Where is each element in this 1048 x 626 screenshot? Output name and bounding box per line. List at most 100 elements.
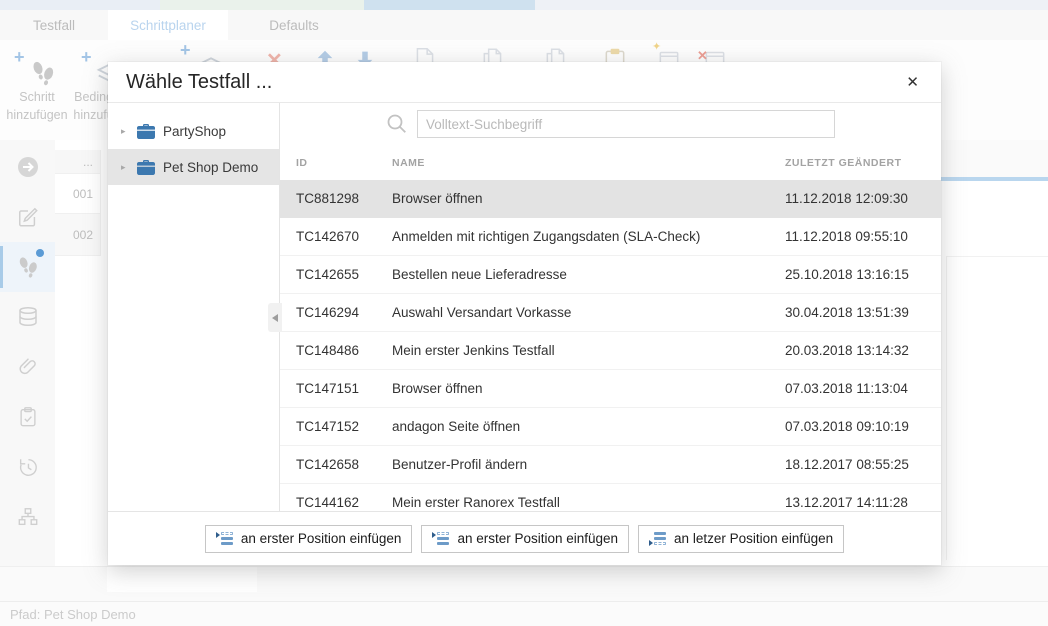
dialog-body: PartyShop Pet Shop Demo xyxy=(108,103,941,511)
cell-name: Auswahl Versandart Vorkasse xyxy=(392,305,785,320)
close-button[interactable]: ✕ xyxy=(902,71,923,93)
column-header-name: NAME xyxy=(392,157,785,169)
tree-item[interactable]: PartyShop xyxy=(108,113,279,149)
sidebar-item-history[interactable] xyxy=(0,442,55,492)
table-row[interactable]: TC147152 andagon Seite öffnen 07.03.2018… xyxy=(280,408,941,446)
cell-modified: 07.03.2018 09:10:19 xyxy=(785,419,941,434)
briefcase-icon xyxy=(137,160,155,175)
clipboard-check-icon xyxy=(17,406,39,428)
expander-icon[interactable] xyxy=(121,163,129,172)
project-tree: PartyShop Pet Shop Demo xyxy=(108,103,280,511)
cell-modified: 07.03.2018 11:13:04 xyxy=(785,381,941,396)
column-header-id: ID xyxy=(280,157,392,169)
insert-position-icon xyxy=(432,532,450,546)
table-row[interactable]: TC148486 Mein erster Jenkins Testfall 20… xyxy=(280,332,941,370)
table-row[interactable]: TC142655 Bestellen neue Lieferadresse 25… xyxy=(280,256,941,294)
table-row[interactable]: TC881298 Browser öffnen 11.12.2018 12:09… xyxy=(280,180,941,218)
background-step-row[interactable]: 002 xyxy=(55,214,101,256)
cell-name: Mein erster Jenkins Testfall xyxy=(392,343,785,358)
history-icon xyxy=(17,456,39,478)
cell-id: TC148486 xyxy=(280,343,392,358)
status-bar: Pfad: Pet Shop Demo xyxy=(0,601,1048,626)
tab-bar: Testfall Schrittplaner Defaults xyxy=(0,10,1048,40)
search-input[interactable] xyxy=(417,110,835,138)
background-panel-fragment xyxy=(107,567,257,592)
tab-label: Defaults xyxy=(269,18,319,33)
cell-modified: 30.04.2018 13:51:39 xyxy=(785,305,941,320)
cell-id: TC142655 xyxy=(280,267,392,282)
button-label: an erster Position einfügen xyxy=(241,531,402,546)
cell-name: Browser öffnen xyxy=(392,191,785,206)
cell-id: TC144162 xyxy=(280,495,392,510)
cell-id: TC142670 xyxy=(280,229,392,244)
tab-label: Testfall xyxy=(33,18,75,33)
sidebar-item-forward[interactable] xyxy=(0,142,55,192)
collapse-tree-button[interactable] xyxy=(268,303,282,332)
sidebar-item-steps[interactable] xyxy=(0,242,55,292)
cell-name: andagon Seite öffnen xyxy=(392,419,785,434)
background-step-header: ... xyxy=(55,150,101,174)
dialog-footer: an erster Position einfügen an erster Po… xyxy=(108,511,941,565)
ribbon-color-strip xyxy=(364,0,535,10)
footprints-icon xyxy=(28,58,58,88)
cell-modified: 11.12.2018 12:09:30 xyxy=(785,191,941,206)
tab[interactable]: Schrittplaner xyxy=(108,10,228,40)
tab[interactable]: Defaults xyxy=(228,10,360,40)
cell-id: TC881298 xyxy=(280,191,392,206)
cell-name: Browser öffnen xyxy=(392,381,785,396)
add-step-button[interactable]: Schritt hinzufügen xyxy=(4,48,70,124)
tab[interactable]: Testfall xyxy=(0,10,108,40)
insert-position-button[interactable]: an erster Position einfügen xyxy=(205,525,413,553)
status-path: Pfad: Pet Shop Demo xyxy=(10,607,136,622)
insert-position-button[interactable]: an letzer Position einfügen xyxy=(638,525,844,553)
tree-item-label: Pet Shop Demo xyxy=(163,160,258,175)
testcase-table: TC881298 Browser öffnen 11.12.2018 12:09… xyxy=(280,180,941,511)
cell-name: Benutzer-Profil ändern xyxy=(392,457,785,472)
table-row[interactable]: TC147151 Browser öffnen 07.03.2018 11:13… xyxy=(280,370,941,408)
expander-icon[interactable] xyxy=(121,127,129,136)
cell-id: TC147152 xyxy=(280,419,392,434)
cell-name: Anmelden mit richtigen Zugangsdaten (SLA… xyxy=(392,229,785,244)
cell-name: Bestellen neue Lieferadresse xyxy=(392,267,785,282)
cell-id: TC146294 xyxy=(280,305,392,320)
dialog-title: Wähle Testfall ... xyxy=(126,71,902,94)
dialog-header: Wähle Testfall ... ✕ xyxy=(108,62,941,103)
background-step-list: ... 001 002 xyxy=(55,150,101,256)
sidebar xyxy=(0,140,55,601)
sparkle-icon: ✦ xyxy=(652,40,661,53)
toolbar-item-label: Schritt hinzufügen xyxy=(4,88,70,124)
table-row[interactable]: TC144162 Mein erster Ranorex Testfall 13… xyxy=(280,484,941,511)
column-header-modified: ZULETZT GEÄNDERT xyxy=(785,157,941,169)
table-row[interactable]: TC142670 Anmelden mit richtigen Zugangsd… xyxy=(280,218,941,256)
insert-position-button[interactable]: an erster Position einfügen xyxy=(421,525,629,553)
table-header: ID NAME ZULETZT GEÄNDERT xyxy=(280,145,941,180)
edit-icon xyxy=(17,206,39,228)
tree-item-label: PartyShop xyxy=(163,124,226,139)
footprints-icon xyxy=(15,254,41,280)
database-icon xyxy=(17,306,39,328)
cell-modified: 18.12.2017 08:55:25 xyxy=(785,457,941,472)
table-row[interactable]: TC142658 Benutzer-Profil ändern 18.12.20… xyxy=(280,446,941,484)
tab-label: Schrittplaner xyxy=(130,18,206,33)
cell-modified: 25.10.2018 13:16:15 xyxy=(785,267,941,282)
plus-icon xyxy=(81,44,92,70)
sidebar-item-structure[interactable] xyxy=(0,492,55,542)
plus-icon xyxy=(180,40,191,61)
sidebar-item-data[interactable] xyxy=(0,292,55,342)
briefcase-icon xyxy=(137,124,155,139)
cell-id: TC142658 xyxy=(280,457,392,472)
cell-name: Mein erster Ranorex Testfall xyxy=(392,495,785,510)
background-panel-fragment xyxy=(941,140,1048,177)
sidebar-item-attachments[interactable] xyxy=(0,342,55,392)
paperclip-icon xyxy=(17,356,39,378)
button-label: an letzer Position einfügen xyxy=(674,531,833,546)
table-row[interactable]: TC146294 Auswahl Versandart Vorkasse 30.… xyxy=(280,294,941,332)
background-step-row[interactable]: 001 xyxy=(55,174,101,214)
insert-position-icon xyxy=(649,532,667,546)
tree-item[interactable]: Pet Shop Demo xyxy=(108,149,279,185)
cell-id: TC147151 xyxy=(280,381,392,396)
cell-modified: 11.12.2018 09:55:10 xyxy=(785,229,941,244)
app-window: Testfall Schrittplaner Defaults Schritt … xyxy=(0,0,1048,626)
sidebar-item-edit[interactable] xyxy=(0,192,55,242)
sidebar-item-checklist[interactable] xyxy=(0,392,55,442)
